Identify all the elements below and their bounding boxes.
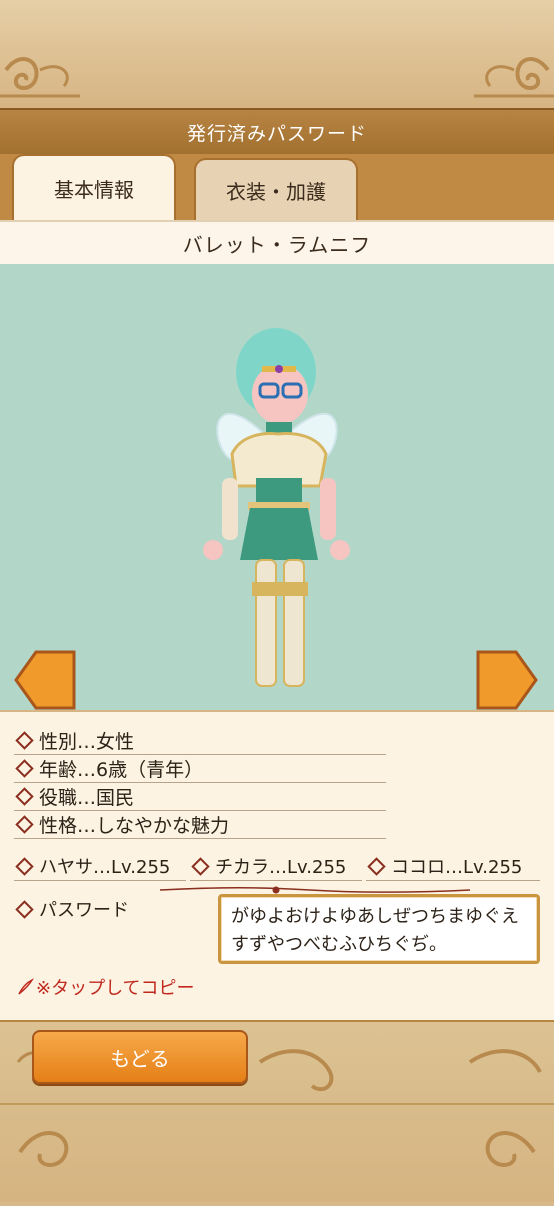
password-box[interactable]: がゆよおけよゆあしぜつちまゆぐえすずやつべむふひちぐぢ。 [218,894,540,964]
age-row: 年齢…6歳（青年） [14,754,386,783]
role-row: 役職…国民 [14,782,386,811]
character-name: バレット・ラムニフ [0,220,554,266]
info-panel: 性別…女性 年齢…6歳（青年） 役職…国民 性格…しなやかな魅力 ハヤサ…Lv.… [0,710,554,1022]
tab-bar: 基本情報 衣装・加護 [0,154,554,220]
role-text: 役職…国民 [39,786,135,809]
stat-power-text: チカラ…Lv.255 [215,857,347,878]
top-decoration [0,0,554,108]
password-label-row: パスワード [14,895,129,923]
personality-row: 性格…しなやかな魅力 [14,810,386,839]
stat-power: チカラ…Lv.255 [190,852,362,881]
gender-row: 性別…女性 [14,726,386,755]
next-arrow-icon[interactable] [476,649,538,711]
scroll-ornament-left-icon [0,57,80,98]
quill-icon [18,978,34,995]
diamond-bullet-icon [15,899,34,919]
copy-hint-text: ※タップしてコピー [36,978,195,999]
stat-speed: ハヤサ…Lv.255 [14,852,186,881]
page-title: 発行済みパスワード [0,108,554,156]
stat-heart: ココロ…Lv.255 [366,852,540,881]
personality-text: 性格…しなやかな魅力 [39,814,230,837]
copy-hint[interactable]: ※タップしてコピー [16,974,195,1000]
diamond-bullet-icon [15,814,34,834]
gender-text: 性別…女性 [39,730,135,753]
diamond-bullet-icon [15,786,34,806]
diamond-bullet-icon [367,856,386,876]
stat-speed-text: ハヤサ…Lv.255 [39,857,171,878]
character-model [203,328,350,687]
diamond-bullet-icon [15,730,34,750]
prev-arrow-icon[interactable] [14,649,76,711]
ornament-divider [160,886,470,894]
tab-basic-info[interactable]: 基本情報 [12,154,176,220]
diamond-bullet-icon [191,856,210,876]
scroll-ornament-right-icon [474,57,554,98]
back-button[interactable]: もどる [32,1030,248,1084]
diamond-bullet-icon [15,856,34,876]
character-viewer [0,264,554,710]
stat-heart-text: ココロ…Lv.255 [391,857,523,878]
tab-costume-blessing[interactable]: 衣装・加護 [194,158,358,220]
diamond-bullet-icon [15,758,34,778]
password-label: パスワード [39,900,129,921]
age-text: 年齢…6歳（青年） [39,758,204,781]
